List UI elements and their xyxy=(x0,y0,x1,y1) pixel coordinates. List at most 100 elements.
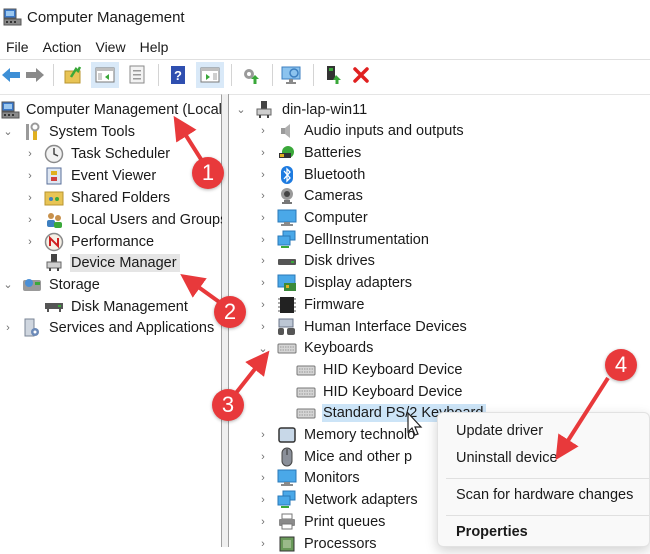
device-tree-item-label: HID Keyboard Device xyxy=(323,383,463,400)
device-tree-item-label: Network adapters xyxy=(304,492,418,509)
enable-device-icon xyxy=(327,66,341,84)
device-tree-item-label: Processors xyxy=(304,535,377,552)
device-tree-item-hid-keyboard-device[interactable]: HID Keyboard Device xyxy=(296,359,465,380)
show-hide-console-tree-button[interactable] xyxy=(91,62,119,88)
chevron-right-icon[interactable]: › xyxy=(257,190,269,202)
device-tree-item-label: Audio inputs and outputs xyxy=(304,123,464,140)
tree-item-event-viewer[interactable]: › Event Viewer xyxy=(24,165,159,186)
chevron-right-icon[interactable]: › xyxy=(257,255,269,267)
title-bar: Computer Management xyxy=(0,0,650,34)
tree-item-device-manager[interactable]: Device Manager xyxy=(44,252,180,273)
device-tree-item-hid-keyboard-device[interactable]: HID Keyboard Device xyxy=(296,381,465,402)
tree-item-shared-folders[interactable]: › Shared Folders xyxy=(24,187,173,208)
menu-item-scan-for-hardware-changes[interactable]: Scan for hardware changes xyxy=(456,487,633,503)
chevron-right-icon[interactable]: › xyxy=(257,472,269,484)
properties-icon xyxy=(129,65,145,84)
device-tree-item-cameras[interactable]: › Cameras xyxy=(257,186,366,207)
tree-item-label: Services and Applications xyxy=(49,319,215,336)
chevron-down-icon[interactable]: ⌄ xyxy=(235,103,247,116)
chevron-right-icon[interactable]: › xyxy=(257,212,269,224)
chevron-right-icon[interactable]: › xyxy=(257,538,269,550)
device-tree-item-print-queues[interactable]: › Print queues xyxy=(257,511,388,532)
tree-item-local-users-and-groups[interactable]: › Local Users and Groups xyxy=(24,209,230,230)
chevron-right-icon[interactable]: › xyxy=(24,192,36,204)
menu-action[interactable]: Action xyxy=(37,39,90,55)
device-tree-item-bluetooth[interactable]: › Bluetooth xyxy=(257,164,368,185)
chevron-down-icon[interactable]: ⌄ xyxy=(2,125,14,138)
annotation-badge-3: 3 xyxy=(212,389,244,421)
help-button[interactable]: ? xyxy=(164,62,192,88)
chevron-right-icon[interactable]: › xyxy=(24,214,36,226)
chevron-right-icon[interactable]: › xyxy=(24,236,36,248)
chevron-right-icon[interactable]: › xyxy=(257,516,269,528)
enable-device-button[interactable] xyxy=(319,62,347,88)
tree-item-services-and-applications[interactable]: › Services and Applications xyxy=(2,317,217,338)
chevron-down-icon[interactable]: ⌄ xyxy=(257,342,269,355)
device-tree-item-memory-technolo[interactable]: › Memory technolo xyxy=(257,425,418,446)
menu-item-update-driver[interactable]: Update driver xyxy=(456,423,543,439)
chevron-right-icon[interactable]: › xyxy=(24,170,36,182)
tree-item-task-scheduler[interactable]: › Task Scheduler xyxy=(24,143,173,164)
menu-item-uninstall-device[interactable]: Uninstall device xyxy=(456,450,558,466)
up-one-level-button[interactable] xyxy=(59,62,87,88)
chevron-right-icon[interactable]: › xyxy=(2,322,14,334)
chevron-right-icon[interactable]: › xyxy=(257,125,269,137)
device-tree-item-mice-and-other-p[interactable]: › Mice and other p xyxy=(257,446,415,467)
device-tree-item-computer[interactable]: › Computer xyxy=(257,208,371,229)
menu-item-properties[interactable]: Properties xyxy=(456,524,528,540)
update-driver-icon xyxy=(244,69,259,84)
device-tree-item-label: Keyboards xyxy=(304,340,374,357)
device-tree-item-label: Human Interface Devices xyxy=(304,318,467,335)
chevron-right-icon[interactable]: › xyxy=(257,321,269,333)
help-icon: ? xyxy=(171,66,185,84)
chevron-right-icon[interactable]: › xyxy=(257,494,269,506)
chevron-right-icon[interactable]: › xyxy=(257,277,269,289)
device-tree-item-audio-inputs-and-outputs[interactable]: › Audio inputs and outputs xyxy=(257,121,467,142)
tree-item-storage[interactable]: ⌄ Storage xyxy=(2,274,103,295)
scan-hardware-button[interactable] xyxy=(278,62,306,88)
tree-item-computer-management[interactable]: Computer Management (Local) xyxy=(1,99,230,120)
chevron-right-icon[interactable]: › xyxy=(257,429,269,441)
processor-icon xyxy=(277,534,297,554)
forward-button[interactable] xyxy=(24,62,46,88)
menu-view[interactable]: View xyxy=(89,39,133,55)
device-tree-item-label: Computer xyxy=(304,210,368,226)
properties-button[interactable] xyxy=(123,62,151,88)
services-icon xyxy=(22,318,42,338)
tree-item-system-tools[interactable]: ⌄ System Tools xyxy=(2,121,138,142)
chevron-right-icon[interactable]: › xyxy=(257,299,269,311)
chevron-right-icon[interactable]: › xyxy=(257,169,269,181)
tree-item-performance[interactable]: › Performance xyxy=(24,231,157,252)
toolbar-separator xyxy=(272,64,273,86)
toolbar-separator xyxy=(158,64,159,86)
device-tree-item-label: Mice and other p xyxy=(304,448,413,465)
device-tree-item-network-adapters[interactable]: › Network adapters xyxy=(257,490,421,511)
tree-item-disk-management[interactable]: Disk Management xyxy=(44,296,191,317)
menu-help[interactable]: Help xyxy=(134,39,177,55)
device-tree-item-din-lap-win11[interactable]: ⌄ din-lap-win11 xyxy=(235,99,370,120)
firmware-chip-icon xyxy=(277,295,297,315)
toolbar-separator xyxy=(313,64,314,86)
menu-file[interactable]: File xyxy=(0,39,37,55)
shared-folder-icon xyxy=(44,188,64,208)
uninstall-device-button[interactable] xyxy=(347,62,375,88)
device-tree-item-processors[interactable]: › Processors xyxy=(257,533,380,554)
back-button[interactable] xyxy=(0,62,22,88)
chevron-right-icon[interactable]: › xyxy=(257,234,269,246)
keyboard-icon xyxy=(277,338,297,358)
device-tree-item-monitors[interactable]: › Monitors xyxy=(257,468,363,489)
update-driver-button[interactable] xyxy=(237,62,265,88)
show-hide-action-pane-button[interactable] xyxy=(196,62,224,88)
chevron-right-icon[interactable]: › xyxy=(24,148,36,160)
device-tree-item-display-adapters[interactable]: › Display adapters xyxy=(257,273,415,294)
chevron-down-icon[interactable]: ⌄ xyxy=(2,278,14,291)
chevron-right-icon[interactable]: › xyxy=(257,147,269,159)
device-tree-item-human-interface-devices[interactable]: › Human Interface Devices xyxy=(257,316,470,337)
device-tree-item-dellinstrumentation[interactable]: › DellInstrumentation xyxy=(257,229,432,250)
chevron-right-icon[interactable]: › xyxy=(257,451,269,463)
uninstall-icon xyxy=(353,67,369,83)
device-tree-item-firmware[interactable]: › Firmware xyxy=(257,294,367,315)
device-tree-item-disk-drives[interactable]: › Disk drives xyxy=(257,251,378,272)
device-tree-item-batteries[interactable]: › Batteries xyxy=(257,142,364,163)
device-tree-item-keyboards[interactable]: ⌄ Keyboards xyxy=(257,338,376,359)
